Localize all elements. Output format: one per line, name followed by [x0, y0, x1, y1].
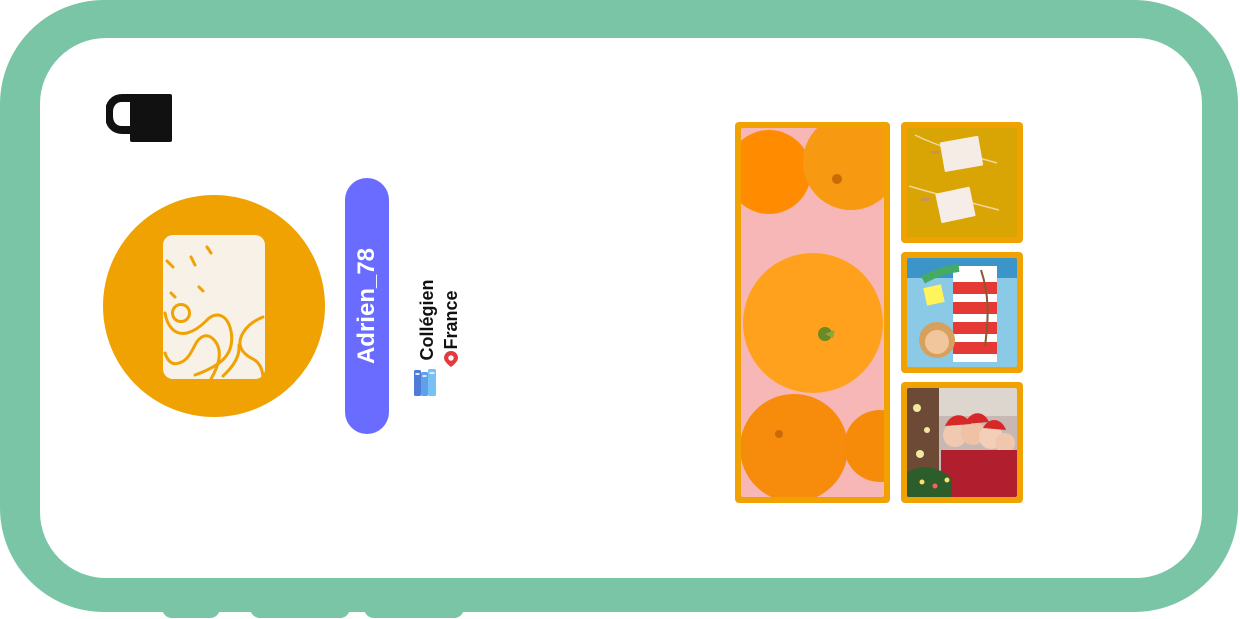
child-drawing-photo [907, 258, 1017, 367]
gallery-tile[interactable] [735, 122, 890, 503]
phone-screen: Adrien_78 Collégien France [40, 38, 1202, 578]
username-badge: Adrien_78 [345, 178, 389, 434]
phone-side-notch [0, 156, 40, 458]
location-pin-icon [443, 350, 459, 368]
lock-icon[interactable] [106, 94, 172, 142]
books-icon [412, 368, 438, 398]
phone-bottom-button [364, 604, 464, 618]
gallery-tile[interactable] [901, 122, 1023, 243]
paper-notes-photo [907, 128, 1017, 237]
holiday-family-photo [907, 388, 1017, 497]
phone-bottom-button [250, 604, 350, 618]
phone-bottom-button [162, 604, 220, 618]
orange-fruit-photo [741, 128, 884, 497]
landscape-placeholder-icon [163, 235, 265, 381]
photo-gallery [734, 121, 1026, 505]
country-label: France [441, 290, 461, 350]
profile-screen: Adrien_78 Collégien France [0, 0, 1240, 619]
phone-top-button [284, 0, 434, 12]
gallery-tile[interactable] [901, 382, 1023, 503]
username-label: Adrien_78 [353, 247, 380, 365]
gallery-tile[interactable] [901, 252, 1023, 373]
avatar[interactable] [103, 195, 325, 417]
role-label: Collégien [417, 279, 437, 361]
